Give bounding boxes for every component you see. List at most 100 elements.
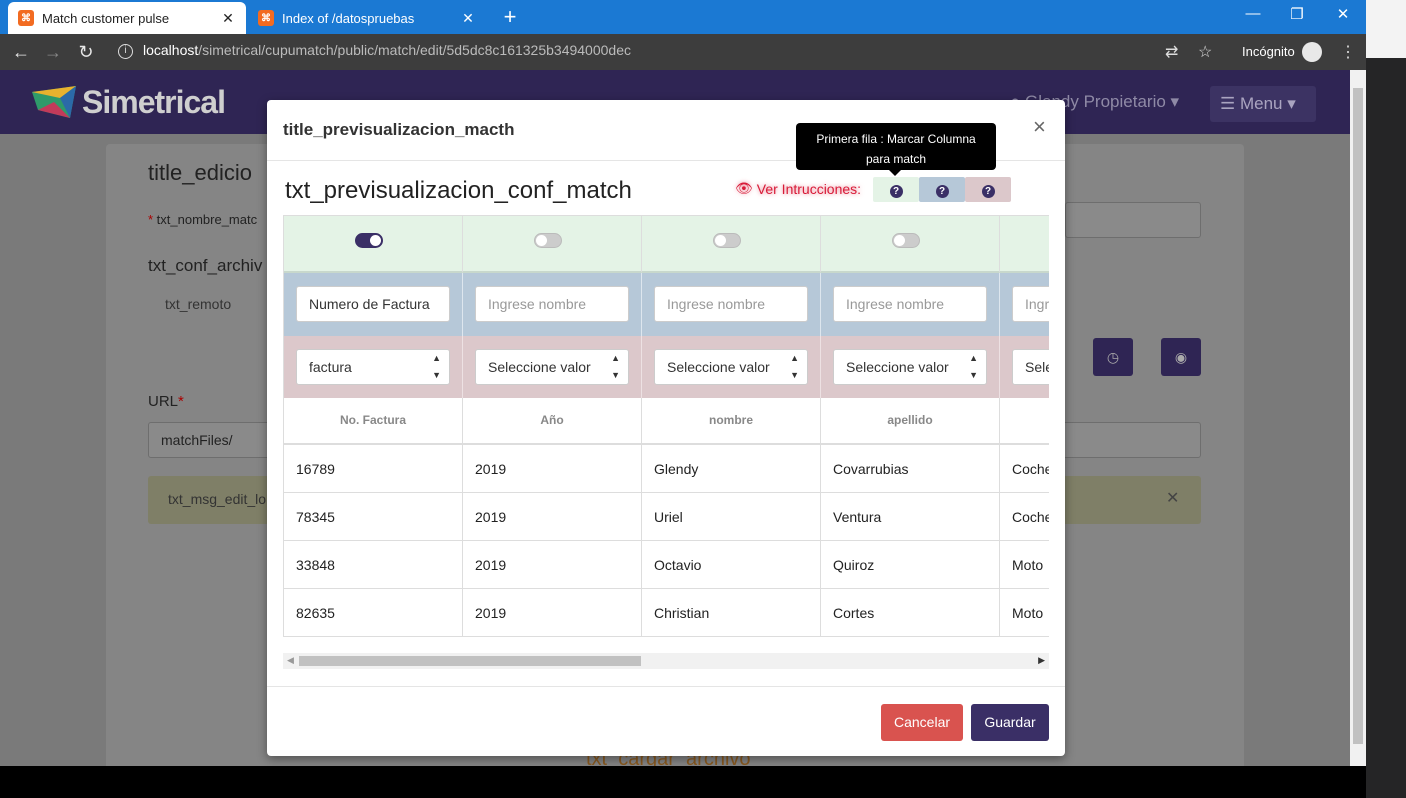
logo-text: Simetrical (82, 84, 226, 120)
info-icon[interactable]: i (118, 44, 133, 59)
toggle-row (284, 216, 1049, 273)
select-cell: Seleccione valor ▲▼ (642, 336, 821, 398)
question-icon: ? (981, 185, 995, 198)
bg-remote-tab[interactable]: txt_remoto (165, 296, 231, 312)
translate-icon[interactable]: ⇄ (1165, 42, 1178, 62)
toggle-cell (463, 216, 642, 273)
page-scrollbar[interactable] (1350, 70, 1366, 766)
column-value-select[interactable]: Seleccione valor ▲▼ (833, 349, 987, 385)
modal-footer: Cancelar Guardar (267, 686, 1065, 756)
forward-icon[interactable]: → (42, 41, 64, 63)
help-select-row-button[interactable]: ? (965, 177, 1011, 202)
preview-modal: title_previsualizacion_macth × txt_previ… (267, 100, 1065, 756)
name-cell: Ingrese nombre (1000, 273, 1049, 336)
select-arrows-icon: ▲ ▼ (611, 353, 620, 380)
bg-conf-label: txt_conf_archiv (148, 256, 263, 275)
match-column-toggle[interactable] (713, 233, 741, 248)
save-button[interactable]: Guardar (971, 704, 1049, 741)
scroll-right-icon[interactable]: ▶ (1038, 655, 1045, 666)
side-editor-strip (1366, 0, 1406, 798)
help-toggle-row-button[interactable]: ? (873, 177, 919, 202)
tab-title: Match customer pulse (42, 10, 170, 26)
column-value-select[interactable]: factura ▲ ▼ (296, 349, 450, 385)
select-cell: factura ▲ ▼ (284, 336, 463, 398)
toggle-cell (284, 216, 463, 273)
select-arrows-icon: ▲ ▼ (790, 353, 799, 380)
close-icon[interactable]: ✕ (460, 10, 476, 27)
tab-match-customer-pulse[interactable]: ⌘ Match customer pulse ✕ (8, 2, 246, 34)
table-cell: Coche (1000, 493, 1049, 541)
close-icon[interactable]: ✕ (220, 10, 236, 27)
more-icon[interactable]: ⋮ (1340, 42, 1356, 62)
table-cell: Coche (1000, 445, 1049, 493)
browser-toolbar: ← → ↻ i localhost/simetrical/cupumatch/p… (0, 34, 1366, 70)
menu-button[interactable]: ☰ Menu ▾ (1210, 86, 1316, 122)
eye-icon[interactable]: ◉ (1161, 338, 1201, 376)
url-host: localhost (143, 42, 199, 58)
select-value: Seleccione valor (846, 359, 949, 375)
new-tab-button[interactable]: + (498, 4, 522, 30)
match-column-toggle[interactable] (892, 233, 920, 248)
instructions-label: 👁 Ver Intrucciones: (735, 180, 861, 197)
modal-close-button[interactable]: × (1033, 114, 1046, 140)
column-name-input[interactable]: Ingrese nombre (1012, 286, 1049, 322)
select-value: Seleccione valor (667, 359, 770, 375)
table-cell: 2019 (463, 445, 642, 493)
table-cell: 16789 (284, 445, 463, 493)
table-row: 33848 2019 Octavio Quiroz Moto (284, 541, 1049, 589)
tab-index-datospruebas[interactable]: ⌘ Index of /datospruebas ✕ (248, 2, 486, 34)
column-name-input[interactable]: Ingrese nombre (654, 286, 808, 322)
column-name-input[interactable]: Numero de Factura (296, 286, 450, 322)
xampp-icon: ⌘ (258, 10, 274, 26)
xampp-icon: ⌘ (18, 10, 34, 26)
scrollbar-thumb[interactable] (1353, 88, 1363, 744)
window-close-icon[interactable]: ✕ (1333, 5, 1353, 23)
column-header: apellido (821, 398, 1000, 445)
table-cell: Ventura (821, 493, 1000, 541)
table-cell: Octavio (642, 541, 821, 589)
table-cell: Christian (642, 589, 821, 637)
column-name-input[interactable]: Ingrese nombre (833, 286, 987, 322)
bg-url-label: URL* (148, 393, 184, 410)
table-cell: 2019 (463, 493, 642, 541)
clock-icon[interactable]: ◷ (1093, 338, 1133, 376)
select-cell: Seleccione valor ▲▼ (821, 336, 1000, 398)
tab-title: Index of /datospruebas (282, 10, 415, 26)
scroll-left-icon[interactable]: ◀ (287, 655, 294, 666)
column-value-select[interactable]: Seleccione valor ▲▼ (654, 349, 808, 385)
table-horizontal-scrollbar[interactable]: ◀ ▶ (283, 653, 1049, 669)
cancel-button[interactable]: Cancelar (881, 704, 963, 741)
select-cell: Seleccione valor▲▼ (463, 336, 642, 398)
help-tooltip: Primera fila : Marcar Columna para match (796, 123, 996, 176)
select-cell: Seleccione valor▲▼ (1000, 336, 1049, 398)
scrollbar-thumb[interactable] (299, 656, 641, 666)
eye-icon: 👁 (735, 180, 753, 196)
tab-bar: ⌘ Match customer pulse ✕ ⌘ Index of /dat… (0, 0, 1366, 34)
reload-icon[interactable]: ↻ (75, 41, 97, 63)
table-cell: 2019 (463, 541, 642, 589)
table-cell: Moto (1000, 541, 1049, 589)
column-value-select[interactable]: Seleccione valor▲▼ (475, 349, 629, 385)
toggle-cell (1000, 216, 1049, 273)
minimize-icon[interactable]: — (1243, 5, 1263, 22)
column-name-input[interactable]: Ingrese nombre (475, 286, 629, 322)
table-cell: Covarrubias (821, 445, 1000, 493)
select-arrows-icon: ▲ ▼ (969, 353, 978, 380)
address-bar[interactable]: localhost/simetrical/cupumatch/public/ma… (143, 42, 631, 58)
star-icon[interactable]: ☆ (1198, 42, 1212, 62)
name-cell: Numero de Factura (284, 273, 463, 336)
back-icon[interactable]: ← (10, 41, 32, 63)
incognito-icon[interactable] (1302, 42, 1322, 62)
table-cell: 82635 (284, 589, 463, 637)
name-cell: Ingrese nombre (821, 273, 1000, 336)
column-value-select[interactable]: Seleccione valor▲▼ (1012, 349, 1049, 385)
match-column-toggle[interactable] (534, 233, 562, 248)
select-arrows-icon: ▲ ▼ (432, 353, 441, 380)
bg-nombre-input[interactable] (1065, 202, 1201, 238)
match-column-toggle[interactable] (355, 233, 383, 248)
table-row: 78345 2019 Uriel Ventura Coche (284, 493, 1049, 541)
select-value: Seleccione valor (1025, 359, 1049, 375)
help-name-row-button[interactable]: ? (919, 177, 965, 202)
alert-close-icon[interactable]: ✕ (1166, 488, 1179, 508)
maximize-icon[interactable]: ❐ (1287, 5, 1307, 23)
